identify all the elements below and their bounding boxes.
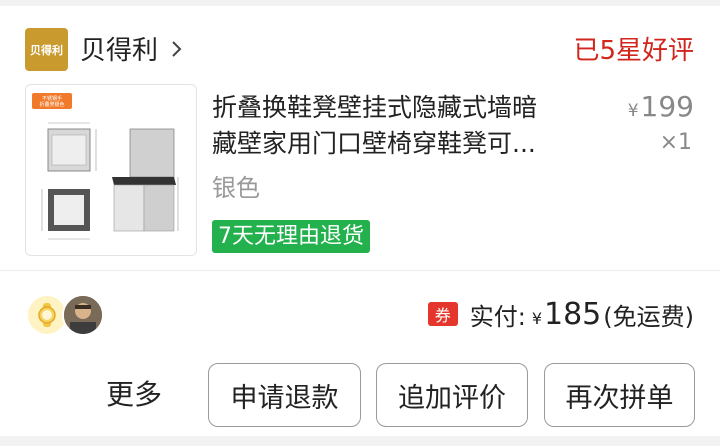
product-thumbnail[interactable]: 不锈钢手 折叠凳银色 <box>25 84 197 256</box>
product-price: ¥199 <box>628 90 694 123</box>
product-variant: 银色 <box>212 174 260 202</box>
more-button[interactable]: 更多 <box>106 373 162 413</box>
shop-name-link[interactable]: 贝得利 <box>80 30 186 67</box>
avatar <box>62 294 104 336</box>
user-photo-icon <box>64 296 102 334</box>
paid-currency: ¥ <box>531 309 542 328</box>
price-value: 199 <box>640 90 694 123</box>
shop-logo[interactable]: 贝得利 <box>25 28 68 71</box>
divider <box>0 270 720 271</box>
shipping-note: (免运费) <box>603 302 694 331</box>
product-image: 不锈钢手 折叠凳银色 <box>32 93 179 240</box>
payment-summary: 券 实付: ¥ 185 (免运费) <box>427 294 694 334</box>
watch-icon <box>38 303 56 327</box>
thumb-tag-line1: 不锈钢手 <box>42 95 62 102</box>
paid-label: 实付: <box>469 302 526 331</box>
order-status: 已5星好评 <box>573 36 694 66</box>
coupon-badge: 券 <box>427 302 458 326</box>
product-quantity: ×1 <box>659 130 692 155</box>
thumb-tag-line2: 折叠凳银色 <box>39 101 64 108</box>
shop-logo-text: 贝得利 <box>30 43 63 57</box>
shop-name: 贝得利 <box>80 36 159 66</box>
order-card: 贝得利 贝得利 已5星好评 不锈钢手 折叠凳银色 折叠换鞋凳壁挂式隐藏式墙暗 藏… <box>0 6 720 436</box>
paid-amount: 185 <box>544 296 602 332</box>
product-title[interactable]: 折叠换鞋凳壁挂式隐藏式墙暗 藏壁家用门口壁椅穿鞋凳可... <box>212 90 607 162</box>
refund-button[interactable]: 申请退款 <box>208 363 361 427</box>
add-review-button[interactable]: 追加评价 <box>376 363 528 427</box>
product-title-line2: 藏壁家用门口壁椅穿鞋凳可... <box>212 129 536 158</box>
return-policy-badge: 7天无理由退货 <box>212 220 370 253</box>
chevron-right-icon <box>172 40 182 57</box>
price-currency: ¥ <box>627 101 639 121</box>
rebuy-button[interactable]: 再次拼单 <box>544 363 695 427</box>
product-title-line1: 折叠换鞋凳壁挂式隐藏式墙暗 <box>212 93 538 122</box>
